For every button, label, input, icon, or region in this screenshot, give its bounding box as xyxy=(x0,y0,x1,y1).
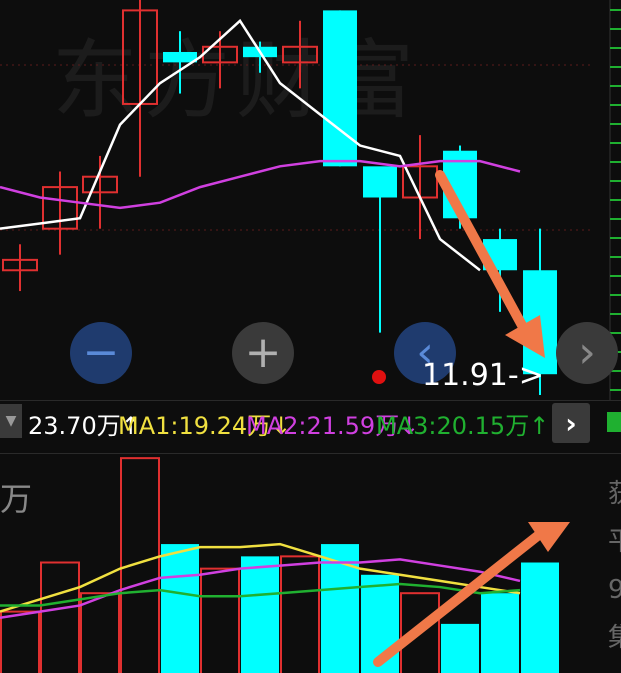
volume-bar xyxy=(200,567,240,673)
stock-chart-screen: 东方财富 − + ‹ › 11.91-> ▼ 23.70万↑ MA1:19.24… xyxy=(0,0,621,673)
volume-bar xyxy=(521,562,559,673)
chevron-right-icon: › xyxy=(578,327,596,378)
zoom-in-button[interactable]: + xyxy=(232,322,294,384)
volume-bar xyxy=(0,610,40,673)
volume-bar xyxy=(161,544,199,673)
expand-indicator-button[interactable]: › xyxy=(552,403,590,443)
indicator-dropdown[interactable]: ▼ xyxy=(0,404,22,438)
current-position-marker xyxy=(372,370,386,384)
candle-body xyxy=(363,166,397,198)
side-char: 平 xyxy=(608,518,621,566)
volume-bar xyxy=(441,623,479,673)
zoom-out-button[interactable]: − xyxy=(70,322,132,384)
ma3-value: MA3:20.15万↑ xyxy=(376,412,550,440)
candle-body xyxy=(163,51,197,63)
side-char: 9 xyxy=(608,575,621,605)
annotation-arrow xyxy=(435,170,545,358)
scroll-right-button[interactable]: › xyxy=(556,322,618,384)
volume-bar xyxy=(40,561,80,673)
volume-unit-label: 万 xyxy=(0,480,33,518)
price-line xyxy=(0,18,481,272)
current-price-label: 11.91-> xyxy=(422,358,544,393)
status-indicator xyxy=(607,412,621,432)
minus-icon: − xyxy=(82,327,120,378)
volume-bar xyxy=(481,593,519,673)
side-char: 集 xyxy=(608,614,621,662)
chevron-right-icon: › xyxy=(565,406,577,440)
side-char: 获 xyxy=(608,470,621,518)
volume-bar xyxy=(80,592,120,673)
volume-chart[interactable] xyxy=(0,452,594,673)
volume-bar xyxy=(241,556,279,673)
plus-icon: + xyxy=(244,327,282,378)
candle-body xyxy=(323,10,357,167)
caret-down-icon: ▼ xyxy=(5,413,17,429)
side-panel-text: 获 平 9 集 xyxy=(608,470,621,662)
volume-bar xyxy=(280,555,320,673)
